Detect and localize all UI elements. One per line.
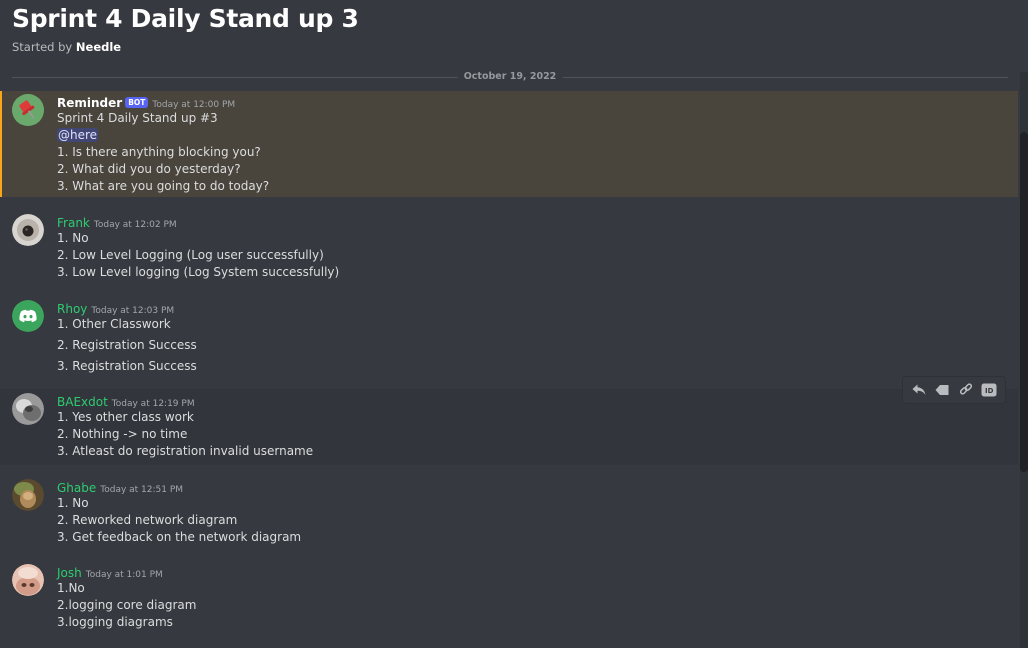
message-content: 1. No 2. Low Level Logging (Log user suc… xyxy=(57,230,339,281)
tag-icon xyxy=(935,385,949,395)
message-actions-toolbar: ID xyxy=(902,376,1006,404)
message-rhoy[interactable]: Rhoy Today at 12:03 PM 1. Other Classwork… xyxy=(0,295,1018,379)
thread-author[interactable]: Needle xyxy=(76,40,121,54)
message-timestamp[interactable]: Today at 1:01 PM xyxy=(86,570,163,580)
message-timestamp[interactable]: Today at 12:00 PM xyxy=(152,100,235,110)
tag-button[interactable] xyxy=(932,380,952,400)
message-line: 1. No xyxy=(57,231,89,245)
message-line: 2. Registration Success xyxy=(57,338,197,352)
message-content: Sprint 4 Daily Stand up #3 @here 1. Is t… xyxy=(57,110,269,195)
message-line: 1. Other Classwork xyxy=(57,317,171,331)
reminder-avatar[interactable] xyxy=(12,94,44,126)
message-frank[interactable]: Frank Today at 12:02 PM 1. No 2. Low Leve… xyxy=(0,210,1018,286)
message-line: 2. Low Level Logging (Log user successfu… xyxy=(57,248,324,262)
date-divider: October 19, 2022 xyxy=(12,70,1008,84)
message-content: 1. Other Classwork 2. Registration Succe… xyxy=(57,314,197,377)
message-ghabe[interactable]: Ghabe Today at 12:51 PM 1. No 2. Reworked… xyxy=(0,475,1018,551)
copy-id-button[interactable]: ID xyxy=(979,380,999,400)
frank-avatar[interactable] xyxy=(12,214,44,246)
message-josh[interactable]: Josh Today at 1:01 PM 1.No 2.logging core… xyxy=(0,560,1018,640)
message-content: 1. No 2. Reworked network diagram 3. Get… xyxy=(57,495,301,546)
photo-avatar xyxy=(12,564,44,596)
discord-default-avatar xyxy=(12,300,44,332)
message-line: 2.logging core diagram xyxy=(57,598,197,612)
scrollbar-thumb[interactable] xyxy=(1020,132,1028,472)
message-line: 1. No xyxy=(57,496,89,510)
reply-icon xyxy=(912,384,926,395)
message-line: 3. What are you going to do today? xyxy=(57,179,270,193)
message-author[interactable]: Ghabe xyxy=(57,481,96,495)
camera-lens-avatar xyxy=(12,214,44,246)
message-timestamp[interactable]: Today at 12:02 PM xyxy=(94,220,177,230)
message-reminder[interactable]: Reminder BOT Today at 12:00 PM Sprint 4 Da… xyxy=(0,91,1018,197)
red-pushpin-icon xyxy=(12,94,44,126)
thread-title: Sprint 4 Daily Stand up 3 xyxy=(12,4,359,33)
message-line: 1. Is there anything blocking you? xyxy=(57,145,261,159)
message-line: 3. Low Level logging (Log System success… xyxy=(57,265,340,279)
josh-avatar[interactable] xyxy=(12,564,44,596)
thread-started-by: Started by Needle xyxy=(12,40,359,54)
message-line: 2. Nothing -> no time xyxy=(57,427,188,441)
link-icon xyxy=(959,383,972,395)
message-line: 2. What did you do yesterday? xyxy=(57,162,241,176)
message-line: 3.logging diagrams xyxy=(57,615,173,629)
thread-view: Sprint 4 Daily Stand up 3 Started by Nee… xyxy=(0,0,1028,648)
copy-link-button[interactable] xyxy=(956,380,976,400)
message-line: 3. Atleast do registration invalid usern… xyxy=(57,444,314,458)
bot-tag: BOT xyxy=(125,97,149,108)
scrollbar-track[interactable] xyxy=(1020,72,1028,648)
message-line: 1. Yes other class work xyxy=(57,410,194,424)
reply-button[interactable] xyxy=(909,380,929,400)
ghabe-avatar[interactable] xyxy=(12,479,44,511)
message-author[interactable]: Reminder xyxy=(57,96,122,110)
grayscale-photo-avatar xyxy=(12,393,44,425)
started-by-label: Started by xyxy=(12,40,73,54)
photo-avatar xyxy=(12,479,44,511)
message-line: 3. Get feedback on the network diagram xyxy=(57,530,302,544)
copy-id-label: ID xyxy=(985,386,994,395)
message-timestamp[interactable]: Today at 12:19 PM xyxy=(112,399,195,409)
message-baexdot[interactable]: BAExdot Today at 12:19 PM 1. Yes other cl… xyxy=(0,389,1018,465)
date-divider-text: October 19, 2022 xyxy=(457,70,563,84)
here-mention[interactable]: @here xyxy=(57,128,99,142)
message-author[interactable]: Josh xyxy=(57,566,82,580)
message-line: Sprint 4 Daily Stand up #3 xyxy=(57,111,218,125)
thread-header: Sprint 4 Daily Stand up 3 Started by Nee… xyxy=(12,0,359,54)
message-line: 3. Registration Success xyxy=(57,359,197,373)
message-timestamp[interactable]: Today at 12:51 PM xyxy=(100,485,183,495)
message-line: 2. Reworked network diagram xyxy=(57,513,238,527)
message-content: 1. Yes other class work 2. Nothing -> no… xyxy=(57,409,313,460)
message-line: 1.No xyxy=(57,581,85,595)
baexdot-avatar[interactable] xyxy=(12,393,44,425)
rhoy-avatar[interactable] xyxy=(12,300,44,332)
message-line: @here xyxy=(57,127,269,144)
message-author[interactable]: BAExdot xyxy=(57,395,108,409)
message-author[interactable]: Frank xyxy=(57,216,90,230)
message-content: 1.No 2.logging core diagram 3.logging di… xyxy=(57,580,196,631)
